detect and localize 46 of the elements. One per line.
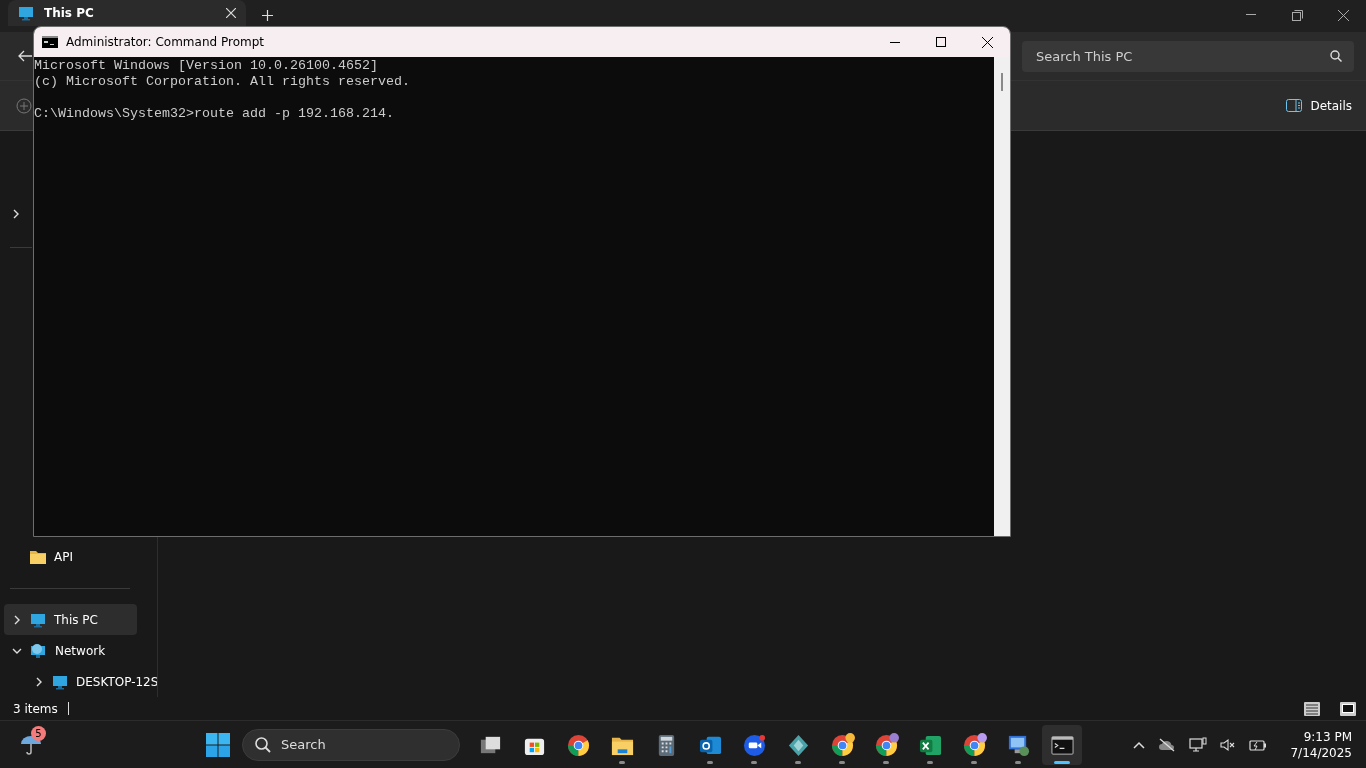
- computer-icon: [18, 5, 34, 21]
- window-tab[interactable]: This PC: [8, 0, 246, 26]
- video-call-icon: [741, 732, 767, 757]
- details-view-icon[interactable]: [1304, 701, 1320, 716]
- restore-icon[interactable]: [1291, 9, 1303, 21]
- minimize-icon[interactable]: [890, 41, 900, 43]
- tiles-view-icon[interactable]: [1340, 701, 1356, 716]
- new-icon[interactable]: [16, 97, 32, 114]
- sidebar-item[interactable]: DESKTOP-12S: [4, 666, 157, 697]
- browser-icon: [565, 732, 591, 757]
- maximize-icon[interactable]: [936, 37, 946, 47]
- chevron-up-icon[interactable]: [1133, 740, 1146, 749]
- sidebar-item[interactable]: API: [4, 541, 157, 572]
- network-icon[interactable]: [1189, 736, 1208, 753]
- start-icon[interactable]: [206, 732, 230, 757]
- back-icon[interactable]: [18, 50, 32, 62]
- scrollbar-thumb[interactable]: [1001, 73, 1003, 91]
- search-field[interactable]: Search: [242, 728, 460, 761]
- sidebar-item[interactable]: Network: [4, 635, 157, 666]
- network-icon: [30, 642, 47, 659]
- chevron-icon[interactable]: [11, 209, 21, 219]
- notification-badge: 5: [31, 725, 46, 741]
- chevron-icon[interactable]: [34, 676, 44, 687]
- console-output: Microsoft Windows [Version 10.0.26100.4652] (c) Microsoft Corporation. All rights reserved. C:\Windows\System32>route add -p 192.168.214.: [34, 57, 411, 123]
- title-bar: Administrator: Command Prompt: [34, 27, 1010, 57]
- taskbar-app[interactable]: [1042, 724, 1082, 765]
- computer-icon: [52, 673, 68, 690]
- minimize-icon[interactable]: [1246, 14, 1256, 16]
- search-icon: [1330, 50, 1342, 62]
- muted-speaker-icon[interactable]: [1220, 737, 1237, 752]
- sidebar-item[interactable]: This PC: [4, 604, 137, 635]
- search-field[interactable]: Search This PC: [1022, 40, 1354, 72]
- details-button[interactable]: Details: [1286, 98, 1352, 113]
- details-pane-icon: [1286, 99, 1303, 112]
- search-icon: [255, 736, 271, 753]
- add-tab-icon[interactable]: [262, 10, 273, 21]
- chevron-icon[interactable]: [12, 614, 22, 625]
- battery-icon[interactable]: [1249, 738, 1268, 751]
- cloud-off-icon[interactable]: [1158, 737, 1177, 752]
- computer-icon: [30, 611, 46, 628]
- console-icon: [42, 36, 58, 48]
- close-icon[interactable]: [1337, 9, 1349, 21]
- folder-icon: [30, 549, 46, 564]
- clock[interactable]: 9:13 PM 7/14/2025: [1290, 729, 1352, 760]
- close-icon[interactable]: [981, 36, 993, 48]
- item-count: 3 items: [13, 701, 58, 716]
